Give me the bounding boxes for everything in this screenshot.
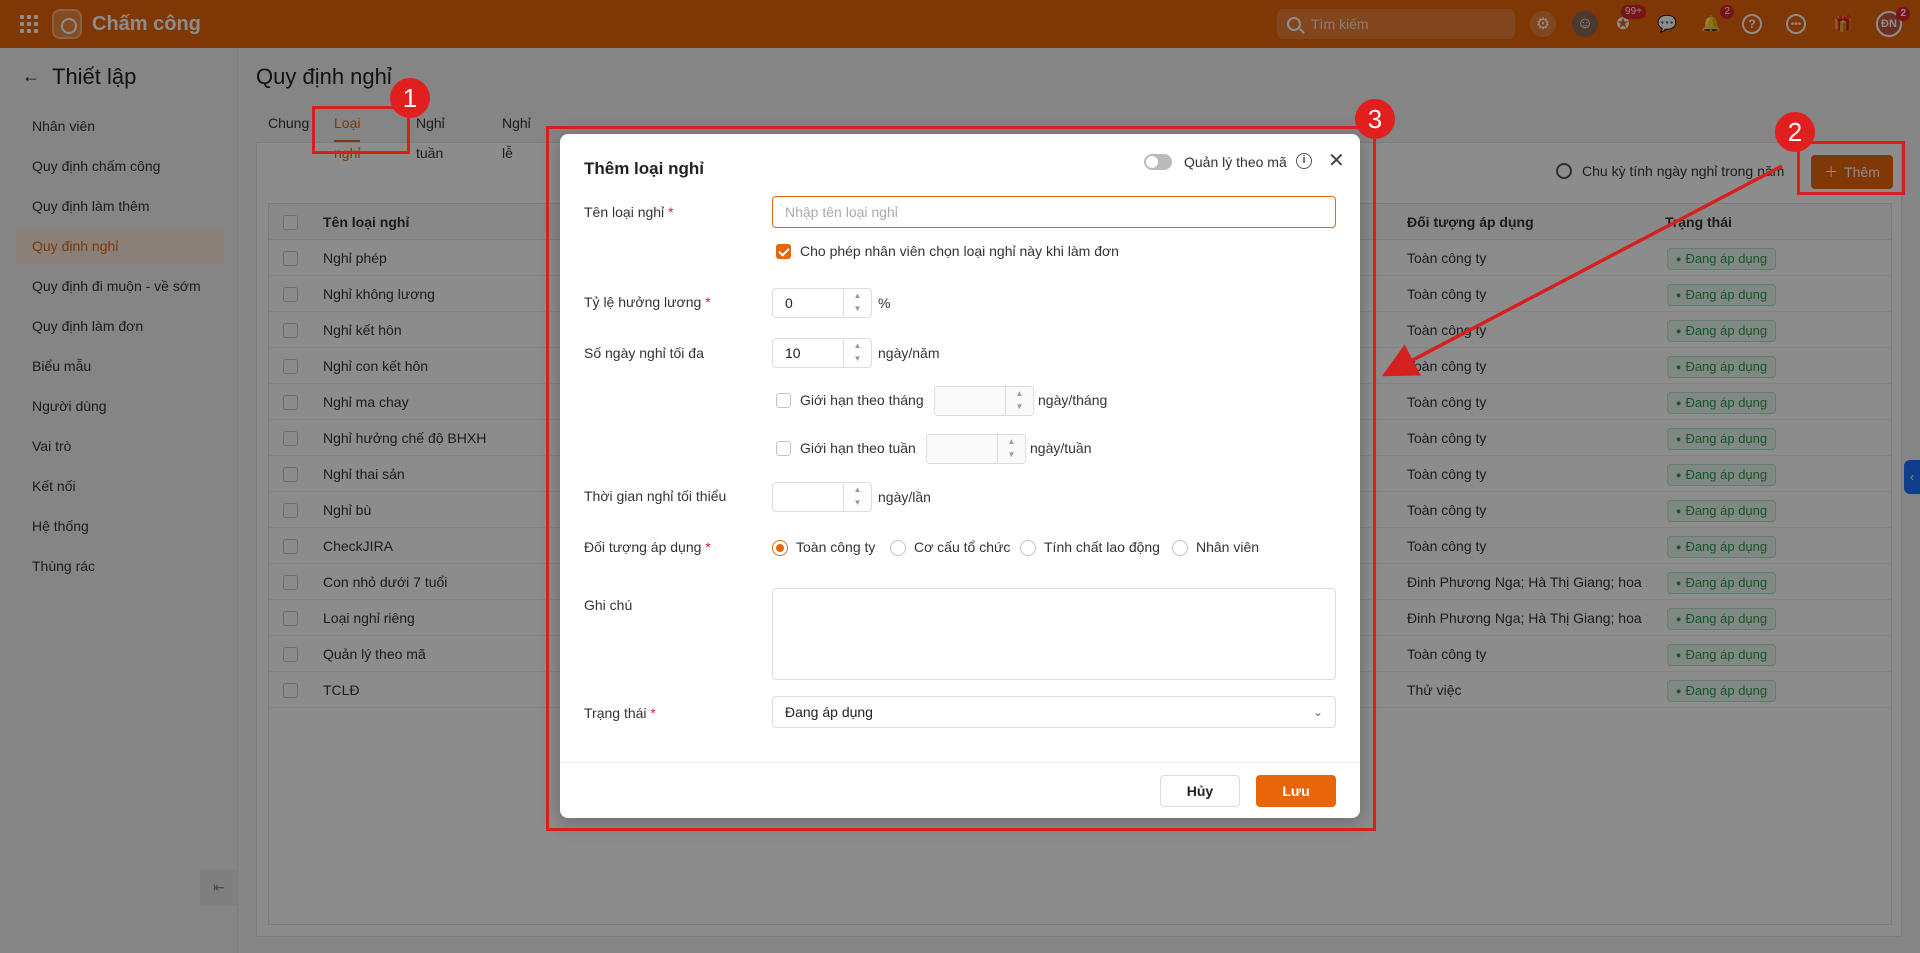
annotation-box-2 xyxy=(1797,141,1905,195)
annotation-box-3 xyxy=(546,126,1376,831)
annotation-number-1: 1 xyxy=(390,78,430,118)
annotation-number-2: 2 xyxy=(1775,112,1815,152)
annotation-number-3: 3 xyxy=(1355,99,1395,139)
annotation-box-1 xyxy=(312,106,410,154)
